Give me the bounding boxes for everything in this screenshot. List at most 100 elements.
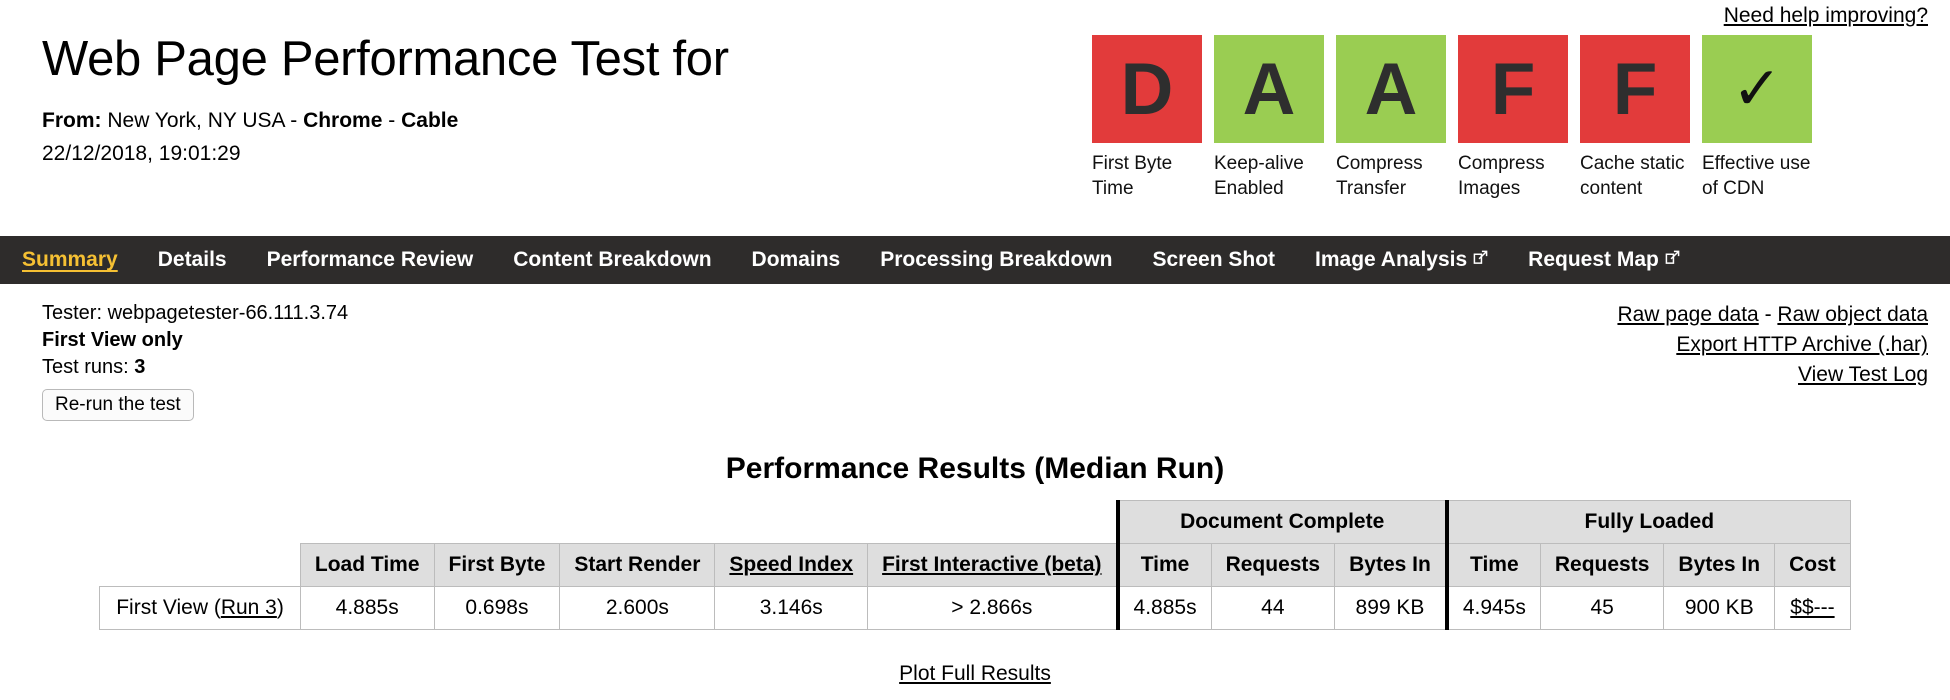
test-runs-line: Test runs: 3 [42, 354, 348, 381]
group-header-blank [99, 500, 301, 544]
group-header-document-complete: Document Complete [1115, 500, 1448, 544]
column-header-fl-time: Time [1444, 543, 1541, 587]
cell-dc-bytes-in: 899 KB [1334, 586, 1448, 630]
rerun-test-button[interactable]: Re-run the test [42, 389, 194, 421]
column-header-cost: Cost [1774, 543, 1851, 587]
plot-full-results-link[interactable]: Plot Full Results [899, 662, 1051, 685]
results-table-container: Document Complete Fully Loaded Load Time… [0, 500, 1950, 630]
column-header-speed-index[interactable]: Speed Index [714, 543, 869, 587]
tab-request-map[interactable]: Request Map [1528, 248, 1680, 272]
test-origin-line: From: New York, NY USA - Chrome - Cable [42, 106, 729, 136]
column-header-dc-requests: Requests [1210, 543, 1336, 587]
group-header-blank-metrics [300, 500, 1118, 544]
tab-processing-breakdown[interactable]: Processing Breakdown [880, 248, 1112, 272]
origin-dash-1: - [284, 109, 304, 132]
raw-page-data-link[interactable]: Raw page data [1617, 303, 1758, 326]
cell-speed-index: 3.146s [714, 586, 869, 630]
export-links-panel: Raw page data - Raw object data Export H… [1617, 300, 1928, 390]
test-runs-label: Test runs: [42, 356, 129, 378]
column-header-first-byte: First Byte [433, 543, 561, 587]
view-test-log-row: View Test Log [1617, 360, 1928, 390]
view-mode-line: First View only [42, 329, 183, 351]
results-heading: Performance Results (Median Run) [725, 452, 1225, 485]
tab-summary[interactable]: Summary [22, 248, 118, 272]
column-header-blank [99, 543, 301, 587]
grade-label-keep-alive-enabled: Keep-alive Enabled [1214, 153, 1304, 199]
from-label: From: [42, 109, 102, 132]
main-navigation: Summary Details Performance Review Conte… [0, 236, 1950, 284]
browser-name: Chrome [303, 109, 383, 132]
test-timestamp: 22/12/2018, 19:01:29 [42, 142, 241, 165]
tab-screen-shot[interactable]: Screen Shot [1152, 248, 1275, 272]
cell-first-byte: 0.698s [433, 586, 561, 630]
cell-cost[interactable]: $$--- [1774, 586, 1851, 630]
cell-first-interactive: > 2.866s [867, 586, 1119, 630]
grade-badges: D First Byte Time A Keep-alive Enabled A… [1092, 35, 1812, 201]
page-header: Web Page Performance Test for From: New … [0, 0, 1950, 230]
grade-box-cache-static-content: F [1580, 35, 1690, 143]
column-header-start-render: Start Render [559, 543, 716, 587]
grade-item-first-byte-time[interactable]: D First Byte Time [1092, 35, 1202, 201]
row-label-suffix: ) [276, 596, 284, 619]
tester-line: Tester: webpagetester-66.111.3.74 [42, 302, 349, 324]
table-column-header-row: Load Time First Byte Start Render Speed … [99, 543, 1851, 587]
grade-item-compress-images[interactable]: F Compress Images [1458, 35, 1568, 201]
table-row: First View (Run 3) 4.885s 0.698s 2.600s … [99, 586, 1851, 630]
plot-full-results-row: Plot Full Results [0, 662, 1950, 686]
need-help-improving-link[interactable]: Need help improving? [1724, 4, 1928, 28]
speed-index-link[interactable]: Speed Index [729, 553, 853, 576]
column-header-dc-bytes-in: Bytes In [1334, 543, 1448, 587]
cell-dc-time: 4.885s [1115, 586, 1212, 630]
grade-label-effective-use-of-cdn: Effective use of CDN [1702, 153, 1811, 199]
export-har-link[interactable]: Export HTTP Archive (.har) [1676, 333, 1928, 356]
grade-label-compress-images: Compress Images [1458, 153, 1545, 199]
grade-item-effective-use-of-cdn[interactable]: ✓ Effective use of CDN [1702, 35, 1812, 201]
group-header-fully-loaded: Fully Loaded [1444, 500, 1851, 544]
checkmark-icon: ✓ [1702, 35, 1812, 143]
column-header-fl-bytes-in: Bytes In [1663, 543, 1776, 587]
tab-details[interactable]: Details [158, 248, 227, 272]
from-location: New York, NY USA [107, 109, 285, 132]
column-header-first-interactive[interactable]: First Interactive (beta) [867, 543, 1119, 587]
grade-label-first-byte-time: First Byte Time [1092, 153, 1173, 199]
tab-request-map-label: Request Map [1528, 248, 1659, 271]
grade-item-keep-alive-enabled[interactable]: A Keep-alive Enabled [1214, 35, 1324, 201]
cost-link[interactable]: $$--- [1790, 596, 1834, 619]
cell-dc-requests: 44 [1210, 586, 1336, 630]
cell-fl-time: 4.945s [1444, 586, 1541, 630]
tab-image-analysis-label: Image Analysis [1315, 248, 1468, 271]
origin-dash-2: - [382, 109, 402, 132]
external-link-icon [1665, 250, 1680, 265]
performance-results-table: Document Complete Fully Loaded Load Time… [99, 500, 1851, 630]
tab-content-breakdown[interactable]: Content Breakdown [513, 248, 711, 272]
external-link-icon [1473, 250, 1488, 265]
tab-domains[interactable]: Domains [752, 248, 841, 272]
grade-box-keep-alive-enabled: A [1214, 35, 1324, 143]
column-header-dc-time: Time [1115, 543, 1212, 587]
cell-load-time: 4.885s [299, 586, 435, 630]
test-runs-value: 3 [134, 356, 146, 378]
grade-item-cache-static-content[interactable]: F Cache static content [1580, 35, 1690, 201]
cell-start-render: 2.600s [559, 586, 716, 630]
test-info-panel: Tester: webpagetester-66.111.3.74 First … [42, 300, 348, 421]
view-test-log-link[interactable]: View Test Log [1798, 363, 1928, 386]
grade-label-compress-transfer: Compress Transfer [1336, 153, 1423, 199]
grade-box-compress-images: F [1458, 35, 1568, 143]
raw-object-data-link[interactable]: Raw object data [1777, 303, 1928, 326]
grade-box-first-byte-time: D [1092, 35, 1202, 143]
row-label-prefix: First View ( [116, 596, 221, 619]
links-separator: - [1758, 303, 1778, 326]
tab-image-analysis[interactable]: Image Analysis [1315, 248, 1488, 272]
column-header-load-time: Load Time [299, 543, 435, 587]
row-label-first-view: First View (Run 3) [99, 586, 301, 630]
first-interactive-link[interactable]: First Interactive (beta) [882, 553, 1101, 576]
column-header-fl-requests: Requests [1539, 543, 1665, 587]
raw-data-links-row: Raw page data - Raw object data [1617, 300, 1928, 330]
grade-item-compress-transfer[interactable]: A Compress Transfer [1336, 35, 1446, 201]
grade-label-cache-static-content: Cache static content [1580, 153, 1685, 199]
grade-box-compress-transfer: A [1336, 35, 1446, 143]
run-3-link[interactable]: Run 3 [221, 596, 277, 619]
tab-performance-review[interactable]: Performance Review [267, 248, 474, 272]
page-title: Web Page Performance Test for [42, 32, 729, 86]
connection-type: Cable [401, 109, 459, 132]
